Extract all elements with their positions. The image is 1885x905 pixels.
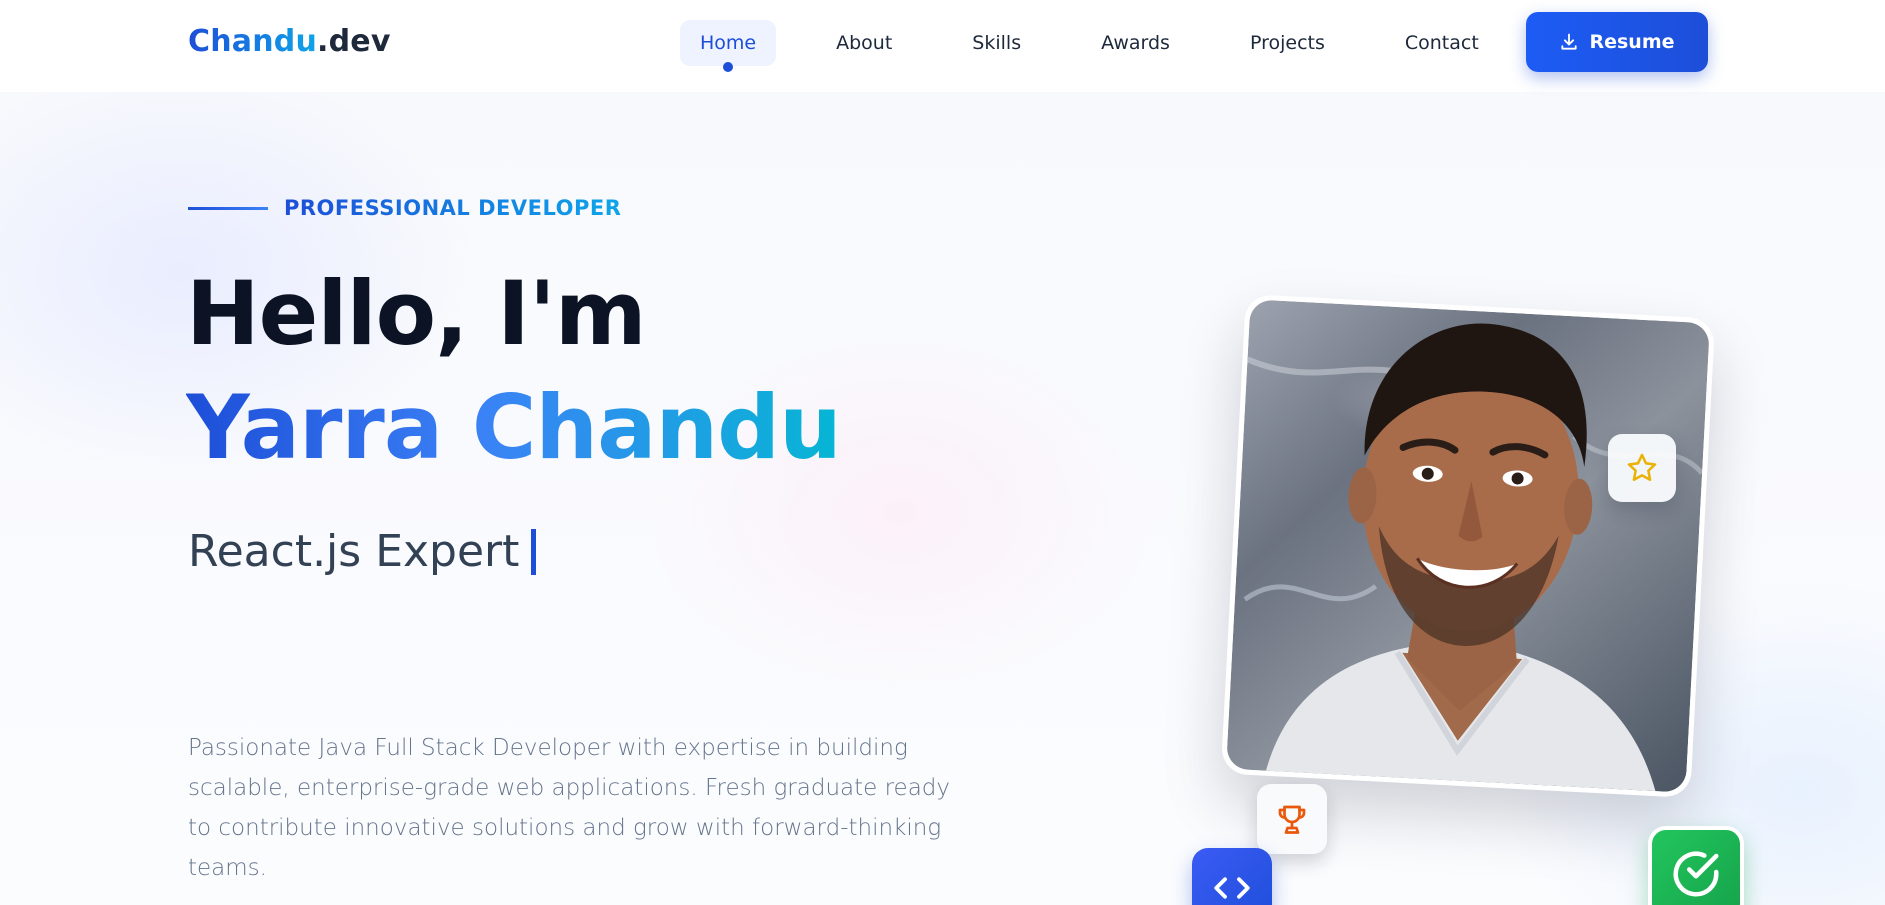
hero-greeting: Hello, I'm [186, 262, 647, 365]
code-icon [1211, 867, 1253, 905]
nav-item-label: Home [700, 32, 757, 54]
check-circle-icon [1669, 847, 1723, 901]
resume-download-button[interactable]: Resume [1526, 12, 1708, 72]
trophy-icon [1274, 801, 1310, 837]
nav-item-awards[interactable]: Awards [1081, 20, 1190, 66]
profile-photo [1226, 299, 1710, 793]
hero-name: Yarra Chandu [186, 376, 842, 479]
top-navbar: Chandu.dev Home About Skills Awards Proj… [0, 0, 1885, 92]
role-text: React.js Expert [188, 526, 520, 577]
star-badge [1608, 434, 1676, 502]
trophy-badge [1257, 784, 1327, 854]
nav-item-label: Awards [1101, 32, 1170, 54]
logo-brand: Chandu [188, 24, 318, 59]
tagline-text: PROFESSIONAL DEVELOPER [284, 196, 622, 220]
nav-item-contact[interactable]: Contact [1385, 20, 1499, 66]
hero-tagline: PROFESSIONAL DEVELOPER [188, 196, 621, 220]
typing-cursor [531, 528, 537, 575]
hero-description: Passionate Java Full Stack Developer wit… [188, 735, 950, 881]
tagline-divider [188, 206, 268, 210]
profile-photo-card [1220, 294, 1716, 798]
resume-button-label: Resume [1589, 31, 1675, 53]
download-icon [1559, 32, 1579, 52]
portrait-illustration [1243, 323, 1704, 792]
nav-item-label: Skills [972, 32, 1022, 54]
logo-tld: .dev [317, 24, 391, 59]
star-icon [1625, 451, 1659, 485]
hero-role: React.js Expert [188, 526, 537, 577]
active-indicator-dot [723, 62, 734, 72]
nav-item-home[interactable]: Home [680, 20, 777, 72]
nav-item-label: Contact [1404, 32, 1479, 54]
nav-item-about[interactable]: About [816, 20, 912, 66]
nav-item-label: About [836, 32, 893, 54]
nav-item-projects[interactable]: Projects [1230, 20, 1345, 66]
check-badge [1648, 826, 1744, 905]
nav-item-skills[interactable]: Skills [952, 20, 1041, 66]
main-nav: Home About Skills Awards Projects Contac… [680, 17, 1539, 72]
code-badge [1192, 848, 1272, 905]
nav-item-label: Projects [1249, 32, 1325, 54]
site-logo[interactable]: Chandu.dev [188, 24, 391, 59]
